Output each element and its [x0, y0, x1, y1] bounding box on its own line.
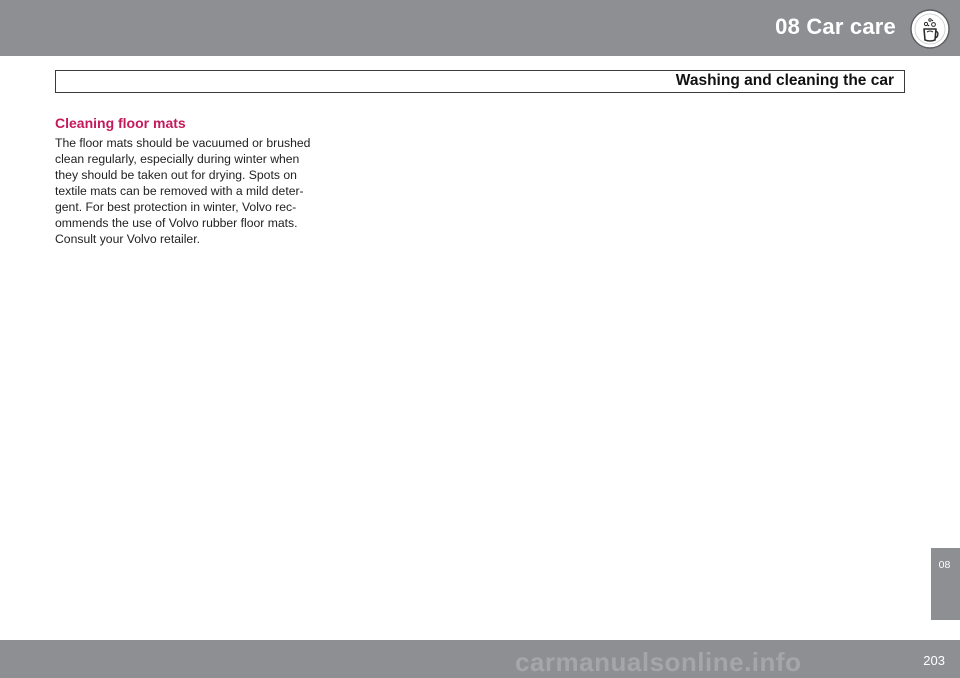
chapter-header-band: 08 Car care: [0, 0, 960, 56]
section-title: Washing and cleaning the car: [675, 72, 894, 89]
body-text-line: gent. For best protection in winter, Vol…: [55, 200, 297, 214]
content-column: Cleaning floor mats The floor mats shoul…: [55, 115, 325, 247]
body-text-line: they should be taken out for drying. Spo…: [55, 168, 297, 182]
watermark-text: carmanualsonline.info: [515, 647, 802, 677]
chapter-title: 08 Car care: [775, 14, 896, 39]
body-text-line: clean regularly, especially during winte…: [55, 152, 300, 166]
footer-band: carmanualsonline.info 203: [0, 640, 960, 678]
page-number: 203: [923, 653, 945, 668]
body-text-line: The floor mats should be vacuumed or bru…: [55, 136, 311, 150]
body-text-line: ommends the use of Volvo rubber floor ma…: [55, 216, 298, 230]
manual-page: 08 Car care Washing and cleaning the car…: [0, 0, 960, 678]
body-text-line: Consult your Volvo retailer.: [55, 232, 200, 246]
car-care-icon: [909, 8, 951, 50]
body-text-line: textile mats can be removed with a mild …: [55, 184, 304, 198]
section-header: Washing and cleaning the car: [55, 70, 905, 93]
chapter-tab: 08: [931, 548, 960, 620]
subsection-heading: Cleaning floor mats: [55, 115, 186, 131]
chapter-tab-label: 08: [938, 559, 951, 571]
